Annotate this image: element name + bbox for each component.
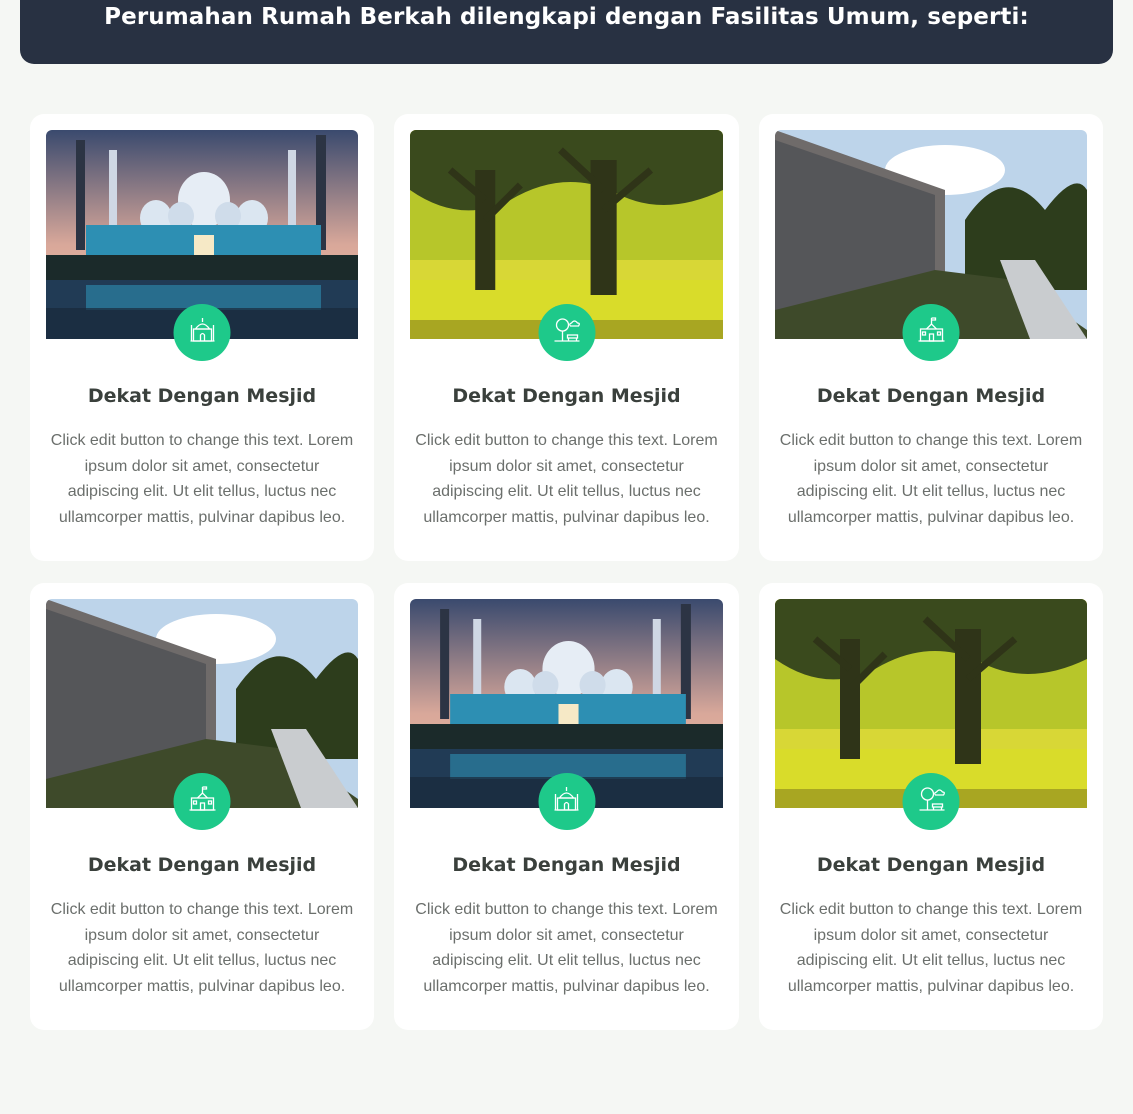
facility-card: Dekat Dengan Mesjid Click edit button to… — [30, 114, 374, 561]
facility-card: Dekat Dengan Mesjid Click edit button to… — [759, 583, 1103, 1030]
facility-badge — [173, 304, 231, 361]
facility-badge — [538, 304, 595, 361]
facility-card: Dekat Dengan Mesjid Click edit button to… — [759, 114, 1103, 561]
facility-description: Click edit button to change this text. L… — [415, 432, 718, 526]
mosque-icon — [185, 313, 219, 352]
facility-badge — [902, 304, 960, 361]
facility-title: Dekat Dengan Mesjid — [452, 385, 681, 407]
facility-badge — [902, 773, 960, 830]
park-icon — [550, 313, 584, 352]
facility-description: Click edit button to change this text. L… — [779, 432, 1083, 526]
facility-description: Click edit button to change this text. L… — [50, 901, 354, 995]
facility-description: Click edit button to change this text. L… — [50, 432, 354, 526]
facility-description: Click edit button to change this text. L… — [779, 901, 1083, 995]
facility-badge — [538, 773, 595, 830]
park-icon — [914, 782, 948, 821]
facility-title: Dekat Dengan Mesjid — [816, 385, 1046, 407]
page-title: Perumahan Rumah Berkah dilengkapi dengan… — [104, 4, 1029, 30]
facility-title: Dekat Dengan Mesjid — [452, 854, 681, 876]
facilities-grid: Dekat Dengan Mesjid Click edit button to… — [30, 114, 1103, 1030]
school-icon — [185, 782, 219, 821]
facility-title: Dekat Dengan Mesjid — [816, 854, 1046, 876]
facility-card: Dekat Dengan Mesjid Click edit button to… — [30, 583, 374, 1030]
mosque-icon — [550, 782, 584, 821]
facility-description: Click edit button to change this text. L… — [415, 901, 718, 995]
facility-badge — [173, 773, 231, 830]
facility-title: Dekat Dengan Mesjid — [87, 854, 317, 876]
facility-title: Dekat Dengan Mesjid — [87, 385, 317, 407]
facility-card: Dekat Dengan Mesjid Click edit button to… — [394, 583, 739, 1030]
school-icon — [914, 313, 948, 352]
facility-card: Dekat Dengan Mesjid Click edit button to… — [394, 114, 739, 561]
header-banner: Perumahan Rumah Berkah dilengkapi dengan… — [20, 0, 1113, 64]
